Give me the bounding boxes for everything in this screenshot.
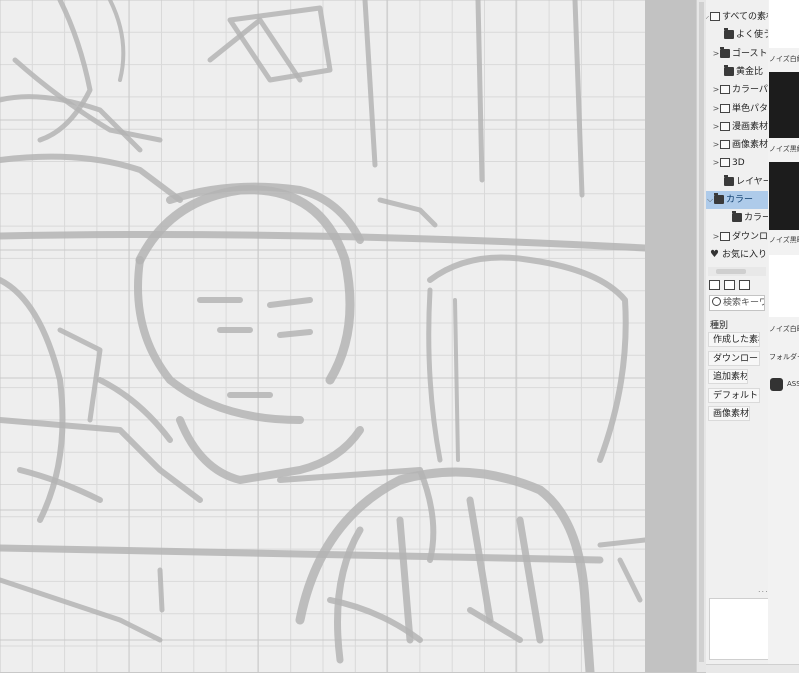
tree-item[interactable]: よく使う素材 (706, 26, 768, 44)
kind-tag[interactable]: 追加素材 (708, 369, 748, 384)
material-preview (709, 598, 777, 660)
material-name: ノイズ黒暗 (769, 236, 799, 244)
scrollbar-thumb[interactable] (716, 269, 746, 274)
manga-icon (720, 121, 730, 131)
heart-icon: ♥ (710, 248, 719, 260)
mono-pattern-icon (720, 103, 730, 113)
tree-item[interactable]: >3D (706, 154, 768, 172)
tree-item[interactable]: ♥ お気に入り (706, 246, 768, 264)
sketch-stroke (207, 17, 303, 83)
sketch-stroke (327, 597, 523, 643)
tree-item[interactable]: > ダウンロード (706, 228, 768, 246)
sketch-stroke (426, 287, 443, 463)
tree-item-label: よく使う素材 (736, 30, 768, 41)
3d-icon (720, 158, 730, 168)
tree-item-label: レイヤーテンプレート (736, 176, 768, 187)
image-icon (720, 140, 730, 150)
sketch-stroke (176, 416, 364, 484)
assets-label: ASSETS (787, 380, 799, 388)
sketch-stroke (227, 5, 333, 83)
expand-arrow-icon[interactable]: > (712, 136, 720, 154)
scrollbar-thumb[interactable] (699, 2, 704, 662)
kind-tag[interactable]: デフォルトタグ (708, 387, 760, 403)
edit-folder-icon[interactable] (739, 280, 750, 290)
tree-item[interactable]: > 漫画素材 (706, 118, 768, 136)
expand-arrow-icon[interactable]: > (712, 118, 720, 136)
tree-item-label: カラー (726, 195, 754, 205)
tree-item-label: カラー (744, 213, 768, 224)
tree-item[interactable]: ⌵すべての素材 (706, 8, 768, 26)
color-pattern-icon (720, 85, 730, 95)
tree-item-label: カラーパターン (732, 85, 768, 96)
material-thumbnail[interactable] (769, 0, 799, 48)
folder-icon (724, 28, 734, 40)
search-input[interactable]: 検索キーワード (709, 295, 765, 311)
folder-icon (732, 211, 742, 223)
drawing-canvas[interactable] (0, 0, 645, 672)
download-icon (720, 231, 730, 241)
assets-icon (770, 378, 783, 391)
material-thumbnail[interactable] (769, 255, 799, 317)
expand-arrow-icon[interactable]: > (712, 154, 720, 172)
material-thumbnail[interactable] (769, 72, 799, 138)
tree-item[interactable]: > カラーパターン (706, 81, 768, 99)
grid-icon (710, 12, 720, 21)
tree-item-label: すべての素材 (722, 12, 768, 22)
tree-horizontal-scrollbar[interactable] (708, 267, 766, 276)
tree-item-label: 3D (732, 158, 745, 169)
kind-tag[interactable]: 画像素材 (708, 406, 750, 421)
material-name: ノイズ黒線 (769, 145, 799, 153)
kind-tag[interactable]: 作成した素材 (708, 332, 760, 347)
expand-arrow-icon[interactable]: > (712, 228, 720, 246)
expand-arrow-icon[interactable]: > (712, 100, 720, 118)
search-icon (712, 297, 721, 306)
tree-item[interactable]: 黄金比 (706, 63, 768, 81)
new-folder-icon[interactable] (709, 280, 720, 290)
duplicate-folder-icon[interactable] (724, 280, 735, 290)
folder-label: フォルダー内 (769, 353, 799, 361)
tree-item-label: 漫画素材 (732, 121, 768, 132)
sketch-stroke (0, 577, 163, 643)
material-thumbnail[interactable] (769, 162, 799, 230)
sketch-stroke (134, 256, 304, 424)
sketch-stroke (57, 327, 103, 423)
material-list: ノイズ白線ノイズ黒線ノイズ黒暗ノイズ白暗フォルダー内 ASSETS (768, 0, 799, 672)
tree-item-label: 黄金比 (736, 66, 764, 77)
sketch-stroke (453, 298, 460, 462)
material-palette: ⌵すべての素材よく使う素材>ゴースト黄金比>カラーパターン>単色パターン>漫画素… (706, 0, 777, 672)
sketch-stroke (0, 417, 203, 503)
folder-icon (720, 46, 730, 58)
sketch-stroke (475, 0, 485, 183)
tree-item[interactable]: > ゴースト (706, 45, 768, 63)
search-placeholder: 検索キーワード (723, 298, 764, 308)
tree-item-label: ダウンロード (732, 231, 768, 242)
sketch-stroke (0, 544, 604, 564)
tree-item[interactable]: > 単色パターン (706, 100, 768, 118)
sketch-stroke (362, 0, 378, 168)
tree-item[interactable]: カラー (706, 209, 768, 227)
material-name: ノイズ白線 (769, 55, 799, 63)
material-name: ノイズ白暗 (769, 325, 799, 333)
expand-arrow-icon[interactable]: > (712, 81, 720, 99)
tree-item-label: お気に入り (722, 249, 768, 260)
tree-item[interactable]: レイヤーテンプレート (706, 173, 768, 191)
expand-arrow-icon[interactable]: > (712, 45, 720, 63)
kind-tag[interactable]: ダウンロード (708, 350, 760, 366)
sketch-stroke (135, 185, 355, 385)
canvas-gutter (645, 0, 696, 672)
folder-icon (724, 64, 734, 76)
folder-icon (724, 174, 734, 186)
tree-item-label: 単色パターン (732, 103, 768, 114)
sketch-artwork (0, 0, 645, 672)
sketch-stroke (197, 297, 313, 338)
tree-item[interactable]: > 画像素材 (706, 136, 768, 154)
tree-item[interactable]: ⌵ カラー (706, 191, 768, 209)
sketch-stroke (377, 197, 438, 228)
tree-item-label: 画像素材 (732, 140, 768, 151)
kind-label: 種別 (710, 321, 729, 331)
expand-arrow-icon[interactable]: ⌵ (706, 191, 714, 209)
sketch-stroke (108, 0, 126, 82)
tree-item-label: ゴースト (732, 48, 768, 59)
open-folder-icon (714, 193, 724, 204)
